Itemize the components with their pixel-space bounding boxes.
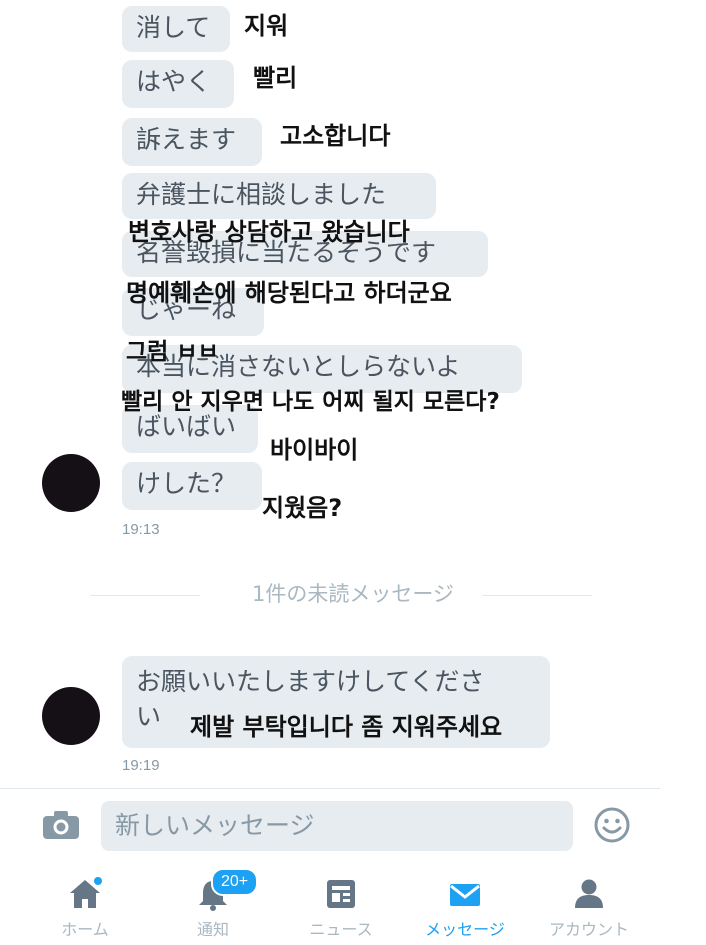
message-bubble: けした？ <box>122 462 262 510</box>
tab-bar: ホーム 通知 ニュース メッセージ アカウント <box>0 866 706 945</box>
message-bubble: 消して <box>122 6 230 52</box>
compose-bar: 新しいメッセージ <box>0 788 660 867</box>
tab-label: ホーム <box>61 920 109 939</box>
home-icon <box>70 877 102 908</box>
tab-messages[interactable]: メッセージ <box>410 866 520 945</box>
translation-note: 그럼 ㅂㅂ <box>126 339 219 365</box>
tab-label: メッセージ <box>425 920 505 939</box>
person-icon <box>575 879 603 908</box>
translation-note: 변호사랑 상담하고 왔습니다 <box>128 218 410 246</box>
tab-label: 通知 <box>196 920 229 939</box>
message-input[interactable]: 新しいメッセージ <box>101 801 573 851</box>
translation-note: 지웠음? <box>262 494 343 522</box>
translation-note: 명예훼손에 해당된다고 하더군요 <box>126 279 452 307</box>
unread-divider-label: 1件の未読メッセージ <box>252 582 454 606</box>
smiley-icon[interactable] <box>594 807 630 843</box>
avatar[interactable] <box>42 687 100 745</box>
translation-note: 빨리 <box>253 64 298 92</box>
translation-note: 고소합니다 <box>280 122 391 150</box>
translation-note: 바이바이 <box>270 436 359 464</box>
translation-note: 빨리 안 지우면 나도 어찌 될지 모른다? <box>121 389 500 415</box>
notification-badge: 20+ <box>211 868 259 896</box>
camera-icon[interactable] <box>43 811 79 839</box>
tab-news[interactable]: ニュース <box>286 866 396 945</box>
tab-account[interactable]: アカウント <box>534 866 644 945</box>
tab-label: アカウント <box>548 920 629 939</box>
timestamp: 19:19 <box>122 757 160 774</box>
avatar[interactable] <box>42 454 100 512</box>
tab-label: ニュース <box>309 920 373 939</box>
message-line: お願いいたしますけしてくださ <box>136 667 485 696</box>
translation-note: 제발 부탁입니다 좀 지워주세요 <box>190 713 503 741</box>
envelope-icon <box>450 884 480 906</box>
message-bubble: はやく <box>122 60 234 108</box>
timestamp: 19:13 <box>122 521 160 538</box>
message-bubble: 訴えます <box>122 118 262 166</box>
news-icon <box>327 880 355 908</box>
translation-note: 지워 <box>244 12 289 40</box>
tab-home[interactable]: ホーム <box>30 866 140 945</box>
